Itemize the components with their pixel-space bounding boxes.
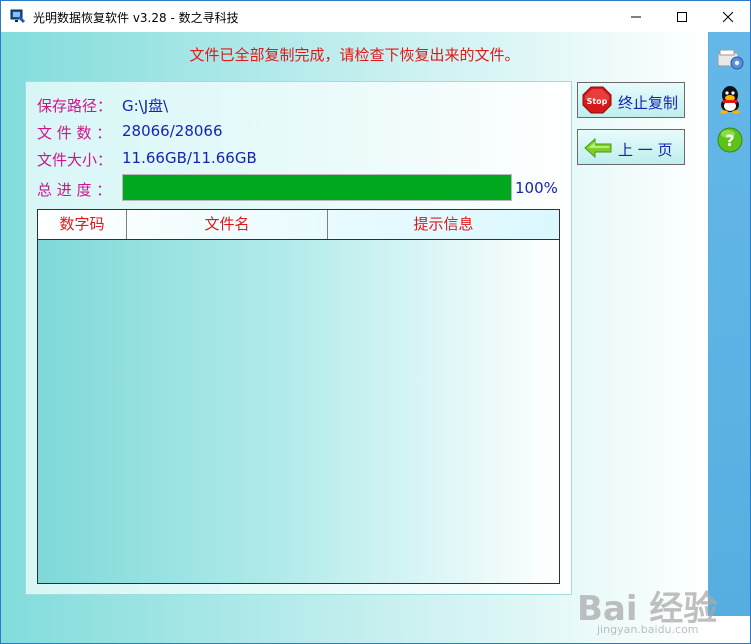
svg-text:?: ? [725, 131, 734, 150]
watermark-subtext: jingyan.baidu.com [597, 623, 699, 636]
copy-progress-panel: 保存路径： G:\J盘\ 文 件 数 ： 28066/28066 文件大小： 1… [25, 81, 572, 595]
stop-icon: Stop [582, 86, 612, 114]
qq-icon[interactable] [715, 84, 745, 114]
progress-bar-fill [123, 175, 511, 200]
stop-copy-button[interactable]: Stop 终止复制 [577, 82, 685, 118]
close-icon [722, 11, 734, 22]
settings-icon[interactable] [715, 43, 745, 73]
app-window: 光明数据恢复软件 v3.28 - 数之寻科技 文件已全部复制完成，请检查下恢复出… [0, 0, 751, 644]
baidu-watermark: Bai 经验 jingyan.baidu.com [569, 571, 749, 643]
column-header-filename[interactable]: 文件名 [127, 210, 328, 239]
file-size-value: 11.66GB/11.66GB [122, 149, 257, 167]
minimize-button[interactable] [613, 1, 659, 32]
client-area: 文件已全部复制完成，请检查下恢复出来的文件。 保存路径： G:\J盘\ 文 件 … [1, 32, 708, 643]
file-table: 数字码 文件名 提示信息 [37, 209, 560, 584]
stop-icon-text: Stop [587, 97, 608, 106]
table-header: 数字码 文件名 提示信息 [38, 210, 559, 240]
title-bar[interactable]: 光明数据恢复软件 v3.28 - 数之寻科技 [1, 1, 750, 32]
file-size-label: 文件大小： [37, 151, 113, 169]
previous-page-button[interactable]: 上 一 页 [577, 129, 685, 165]
table-body[interactable] [38, 240, 559, 583]
arrow-left-icon [584, 138, 612, 158]
right-toolbar: ? [708, 32, 750, 616]
file-count-value: 28066/28066 [122, 122, 223, 140]
file-count-label: 文 件 数 ： [37, 124, 112, 142]
progress-bar [122, 174, 512, 201]
minimize-icon [631, 16, 641, 17]
status-message: 文件已全部复制完成，请检查下恢复出来的文件。 [189, 46, 520, 64]
previous-page-label: 上 一 页 [618, 141, 673, 159]
column-header-code[interactable]: 数字码 [38, 210, 127, 239]
save-path-label: 保存路径： [37, 97, 113, 115]
column-header-message[interactable]: 提示信息 [328, 210, 559, 239]
save-path-value: G:\J盘\ [122, 97, 169, 115]
maximize-button[interactable] [659, 1, 705, 32]
progress-label: 总 进 度 ： [37, 181, 112, 199]
progress-percent: 100% [515, 179, 558, 197]
app-icon [10, 9, 25, 23]
help-icon[interactable]: ? [715, 125, 745, 155]
close-button[interactable] [705, 1, 750, 32]
stop-copy-label: 终止复制 [618, 94, 679, 112]
maximize-icon [677, 11, 687, 22]
window-title: 光明数据恢复软件 v3.28 - 数之寻科技 [33, 11, 239, 25]
